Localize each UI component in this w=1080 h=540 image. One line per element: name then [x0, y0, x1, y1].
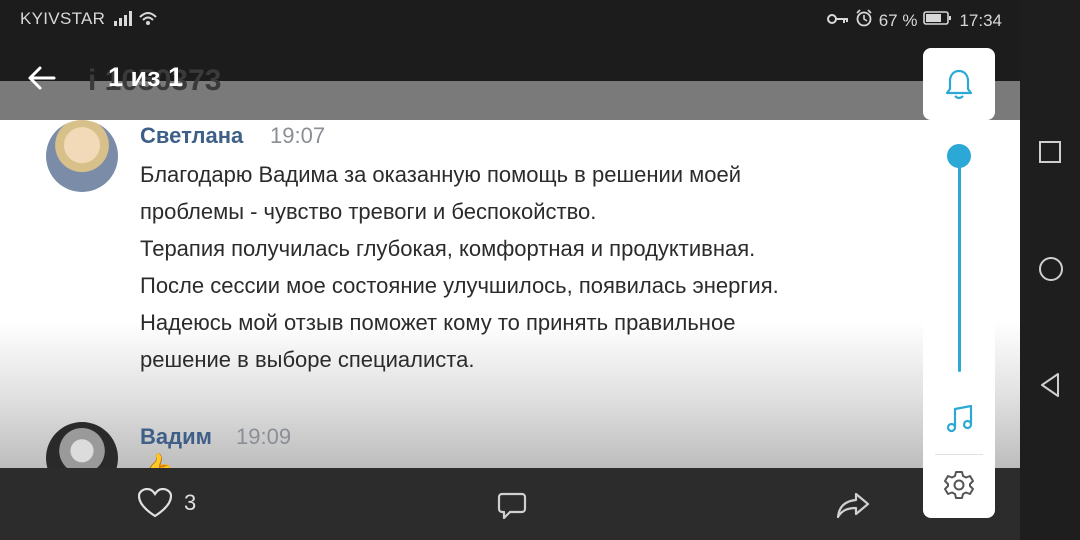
comment-line: Благодарю Вадима за оказанную помощь в р…	[140, 162, 742, 187]
notification-button[interactable]	[923, 48, 995, 120]
comment-thread: Светлана 19:07 Благодарю Вадима за оказа…	[0, 120, 1020, 468]
comment-button[interactable]	[496, 490, 528, 527]
heart-icon	[138, 488, 172, 518]
back-button[interactable]	[24, 60, 60, 96]
signal-wifi-icon	[114, 9, 162, 32]
comment-time: 19:09	[236, 424, 292, 449]
comment-line: проблемы - чувство тревоги и беспокойств…	[140, 199, 597, 224]
status-bar: KYIVSTAR 67 % 17:34	[0, 0, 1020, 38]
share-button[interactable]	[836, 490, 870, 525]
circle-icon	[1039, 257, 1063, 281]
arrow-left-icon	[28, 66, 56, 90]
home-button[interactable]	[1038, 256, 1064, 287]
comment-time: 19:07	[270, 123, 326, 148]
recents-button[interactable]	[1038, 140, 1062, 169]
viewer-header: i 1050373 1 из 1	[0, 38, 1020, 120]
system-back-button[interactable]	[1038, 372, 1062, 403]
battery-percent: 67 %	[878, 10, 918, 30]
volume-slider-track[interactable]	[958, 156, 961, 372]
clock: 17:34	[959, 10, 1002, 30]
battery-icon	[923, 10, 953, 31]
alarm-icon	[855, 9, 873, 32]
thumbs-up-emoji: 👍	[138, 452, 175, 468]
action-bar: 3	[0, 468, 1020, 540]
square-icon	[1039, 141, 1061, 163]
volume-panel	[923, 124, 995, 518]
volume-settings-button[interactable]	[943, 469, 975, 506]
comment-author[interactable]: Вадим	[140, 424, 212, 450]
media-volume-button[interactable]	[945, 404, 975, 439]
comment-text: Благодарю Вадима за оказанную помощь в р…	[140, 156, 940, 378]
key-icon	[826, 11, 849, 31]
music-note-icon	[946, 404, 973, 433]
triangle-left-icon	[1041, 373, 1059, 397]
status-right: 67 % 17:34	[826, 9, 1002, 32]
comment-line: Надеюсь мой отзыв поможет кому то принят…	[140, 310, 736, 335]
comment-line: Терапия получилась глубокая, комфортная …	[140, 236, 756, 261]
gear-icon	[944, 471, 974, 499]
carrier-name: KYIVSTAR	[20, 9, 106, 28]
avatar[interactable]	[46, 422, 118, 468]
system-nav-bar	[1020, 0, 1080, 540]
share-icon	[836, 492, 870, 519]
page-counter: 1 из 1	[108, 62, 184, 92]
avatar[interactable]	[46, 120, 118, 192]
comment-author[interactable]: Светлана	[140, 123, 243, 149]
comment-line: После сессии мое состояние улучшилось, п…	[140, 273, 779, 298]
comment-icon	[497, 492, 527, 520]
volume-slider-knob[interactable]	[947, 144, 971, 168]
panel-divider	[935, 454, 983, 455]
comment-line: решение в выборе специалиста.	[140, 347, 475, 372]
like-count: 3	[184, 490, 197, 515]
like-button[interactable]: 3	[138, 488, 196, 518]
bell-icon	[945, 69, 973, 100]
